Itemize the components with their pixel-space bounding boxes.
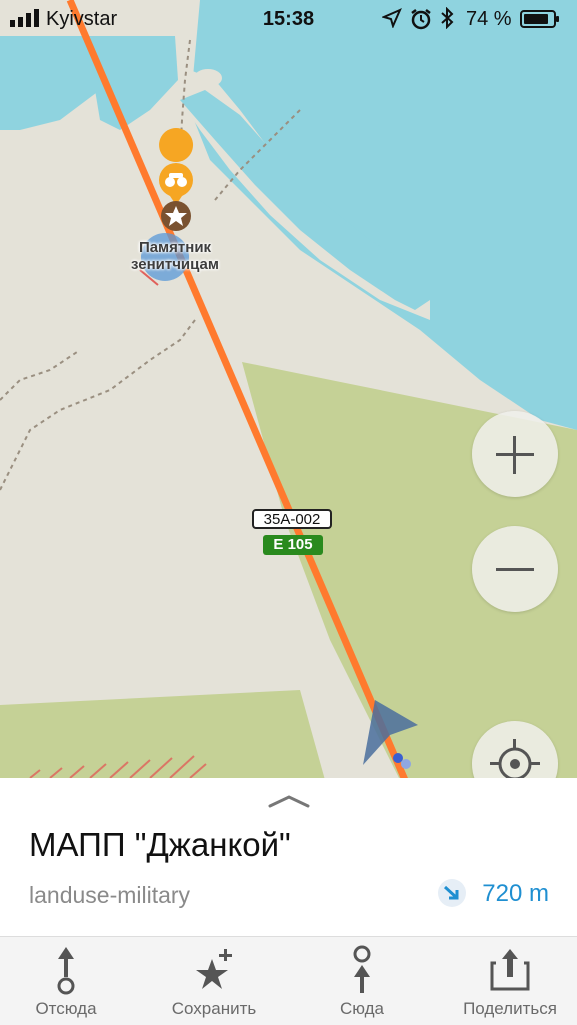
share-label: Поделиться: [463, 999, 557, 1018]
monument-star-icon[interactable]: [161, 201, 191, 231]
map-view[interactable]: Памятник зенитчицам 35А-002 E 105: [0, 0, 577, 780]
save-label: Сохранить: [171, 999, 257, 1018]
map-canvas[interactable]: [0, 0, 577, 780]
route-to-icon: [353, 945, 371, 993]
route-from-icon: [57, 947, 75, 995]
route-from-button[interactable]: Отсюда: [0, 937, 138, 1025]
poi-label[interactable]: Памятник зенитчицам: [110, 239, 240, 273]
road-ref-shield: 35А-002: [252, 509, 332, 529]
zoom-out-button[interactable]: [472, 526, 558, 612]
place-type: landuse-military: [29, 882, 191, 908]
locate-me-button[interactable]: [472, 721, 558, 780]
route-to-label: Сюда: [339, 999, 385, 1018]
place-sheet[interactable]: МАПП "Джанкой" landuse-military 720 m: [0, 778, 577, 936]
bottom-toolbar: Отсюда Сохранить Сюда Поделиться: [0, 936, 577, 1025]
save-button[interactable]: Сохранить: [142, 937, 286, 1025]
route-ref-shield: E 105: [263, 535, 323, 555]
minus-icon: [496, 568, 534, 571]
star-plus-icon: [196, 949, 232, 989]
distance-value: 720 m: [482, 880, 549, 907]
location-arrow-icon: [382, 8, 402, 28]
status-bar: Kyivstar 15:38 74 %: [0, 0, 577, 36]
crosshair-icon: [490, 739, 540, 780]
route-to-button[interactable]: Сюда: [290, 937, 434, 1025]
chevron-up-icon[interactable]: [268, 794, 310, 808]
battery-icon: [520, 10, 559, 28]
battery-percent: 74 %: [466, 8, 512, 30]
place-title: МАПП "Джанкой": [29, 826, 291, 863]
zoom-in-button[interactable]: [472, 411, 558, 497]
route-from-label: Отсюда: [35, 999, 97, 1018]
share-icon: [490, 949, 530, 991]
share-button[interactable]: Поделиться: [438, 937, 577, 1025]
plus-icon: [496, 436, 534, 474]
bluetooth-icon: [441, 7, 454, 29]
alarm-icon: [411, 9, 431, 30]
direction-arrow-icon: [438, 879, 466, 907]
